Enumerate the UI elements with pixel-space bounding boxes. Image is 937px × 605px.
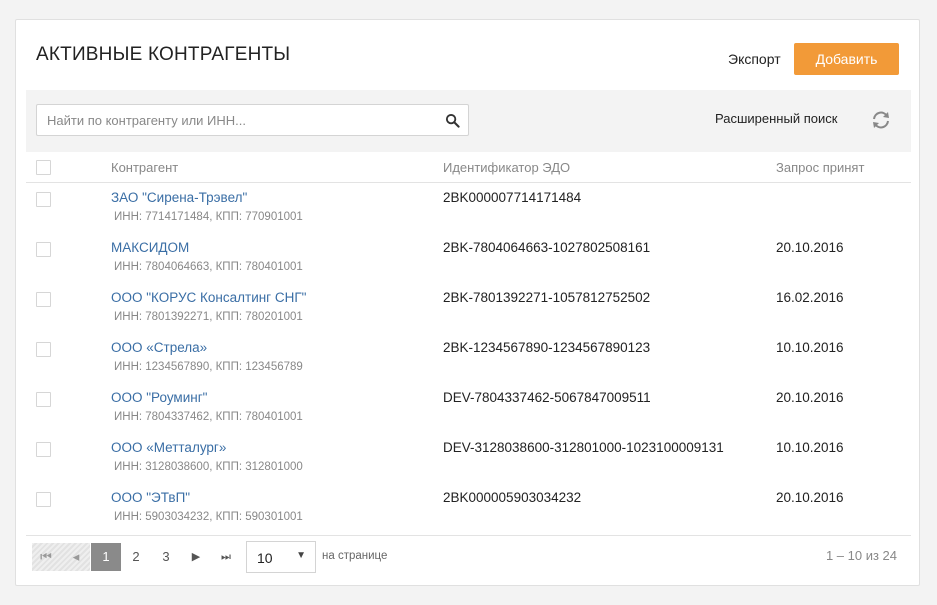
search-icon[interactable] (445, 113, 460, 128)
table-body: ЗАО "Сирена-Трэвел" ИНН: 7714171484, КПП… (26, 183, 911, 533)
export-link[interactable]: Экспорт (728, 51, 781, 67)
contractor-details: ИНН: 7801392271, КПП: 780201001 (114, 311, 303, 323)
edo-id: 2BK-7804064663-1027802508161 (443, 240, 651, 255)
contractor-details: ИНН: 7804337462, КПП: 780401001 (114, 411, 303, 423)
contractor-details: ИНН: 7804064663, КПП: 780401001 (114, 261, 303, 273)
contractors-panel: АКТИВНЫЕ КОНТРАГЕНТЫ Экспорт Добавить Ра… (15, 19, 920, 586)
contractor-name-link[interactable]: МАКСИДОМ (111, 240, 189, 255)
table-row: ООО "Роуминг" ИНН: 7804337462, КПП: 7804… (26, 383, 911, 433)
last-page-icon[interactable]: ⏭ (212, 543, 240, 571)
contractor-details: ИНН: 7714171484, КПП: 770901001 (114, 211, 303, 223)
row-checkbox[interactable] (36, 342, 51, 357)
first-page-icon[interactable]: ⏮ (32, 543, 60, 571)
table-row: ООО «Метталург» ИНН: 3128038600, КПП: 31… (26, 433, 911, 483)
row-checkbox[interactable] (36, 192, 51, 207)
table-row: ООО «Стрела» ИНН: 1234567890, КПП: 12345… (26, 333, 911, 383)
page-2-button[interactable]: 2 (122, 543, 150, 571)
table-row: ООО "ЭТвП" ИНН: 5903034232, КПП: 5903010… (26, 483, 911, 533)
edo-id: 2BK-1234567890-1234567890123 (443, 340, 651, 355)
edo-id: 2BK-7801392271-1057812752502 (443, 290, 651, 305)
table-row: МАКСИДОМ ИНН: 7804064663, КПП: 780401001… (26, 233, 911, 283)
contractor-name-link[interactable]: ООО "ЭТвП" (111, 490, 190, 505)
contractors-table: Контрагент Идентификатор ЭДО Запрос прин… (26, 152, 911, 533)
search-bar: Расширенный поиск (26, 90, 911, 152)
edo-id: DEV-3128038600-312801000-1023100009131 (443, 440, 724, 455)
page-1-button[interactable]: 1 (91, 543, 121, 571)
edo-id: 2BK000005903034232 (443, 490, 582, 505)
edo-id: DEV-7804337462-5067847009511 (443, 390, 651, 405)
column-header-contractor[interactable]: Контрагент (111, 160, 178, 175)
contractor-name-link[interactable]: ООО «Метталург» (111, 440, 226, 455)
next-page-icon[interactable]: ▶ (182, 543, 210, 571)
column-header-request-date[interactable]: Запрос принят (776, 160, 864, 175)
pagination: ⏮ ◂ 1 2 3 ▶ ⏭ 10 ▼ на странице 1 – 10 из… (26, 535, 911, 575)
row-checkbox[interactable] (36, 242, 51, 257)
contractor-name-link[interactable]: ООО «Стрела» (111, 340, 207, 355)
contractor-details: ИНН: 5903034232, КПП: 590301001 (114, 511, 303, 523)
advanced-search-link[interactable]: Расширенный поиск (715, 111, 837, 126)
contractor-name-link[interactable]: ООО "Роуминг" (111, 390, 207, 405)
table-row: ЗАО "Сирена-Трэвел" ИНН: 7714171484, КПП… (26, 183, 911, 233)
refresh-icon[interactable] (869, 108, 893, 132)
page-title: АКТИВНЫЕ КОНТРАГЕНТЫ (36, 44, 291, 65)
edo-id: 2BK000007714171484 (443, 190, 582, 205)
request-date: 16.02.2016 (776, 290, 844, 305)
chevron-down-icon: ▼ (296, 550, 306, 561)
request-date: 10.10.2016 (776, 340, 844, 355)
page-3-button[interactable]: 3 (152, 543, 180, 571)
select-all-checkbox[interactable] (36, 160, 51, 175)
pagination-range: 1 – 10 из 24 (825, 548, 897, 563)
request-date: 20.10.2016 (776, 490, 844, 505)
add-button[interactable]: Добавить (794, 43, 899, 75)
contractor-name-link[interactable]: ЗАО "Сирена-Трэвел" (111, 190, 247, 205)
row-checkbox[interactable] (36, 442, 51, 457)
per-page-select[interactable]: 10 ▼ (246, 541, 316, 573)
contractor-name-link[interactable]: ООО "КОРУС Консалтинг СНГ" (111, 290, 306, 305)
contractor-details: ИНН: 1234567890, КПП: 123456789 (114, 361, 303, 373)
row-checkbox[interactable] (36, 492, 51, 507)
contractor-details: ИНН: 3128038600, КПП: 312801000 (114, 461, 303, 473)
search-input[interactable] (37, 105, 437, 135)
row-checkbox[interactable] (36, 392, 51, 407)
search-box (36, 104, 469, 136)
request-date: 20.10.2016 (776, 240, 844, 255)
row-checkbox[interactable] (36, 292, 51, 307)
prev-page-icon[interactable]: ◂ (62, 543, 90, 571)
per-page-label: на странице (322, 550, 388, 562)
request-date: 20.10.2016 (776, 390, 844, 405)
per-page-value: 10 (257, 550, 273, 566)
table-row: ООО "КОРУС Консалтинг СНГ" ИНН: 78013922… (26, 283, 911, 333)
table-header: Контрагент Идентификатор ЭДО Запрос прин… (26, 152, 911, 183)
column-header-edo-id[interactable]: Идентификатор ЭДО (443, 160, 570, 175)
request-date: 10.10.2016 (776, 440, 844, 455)
